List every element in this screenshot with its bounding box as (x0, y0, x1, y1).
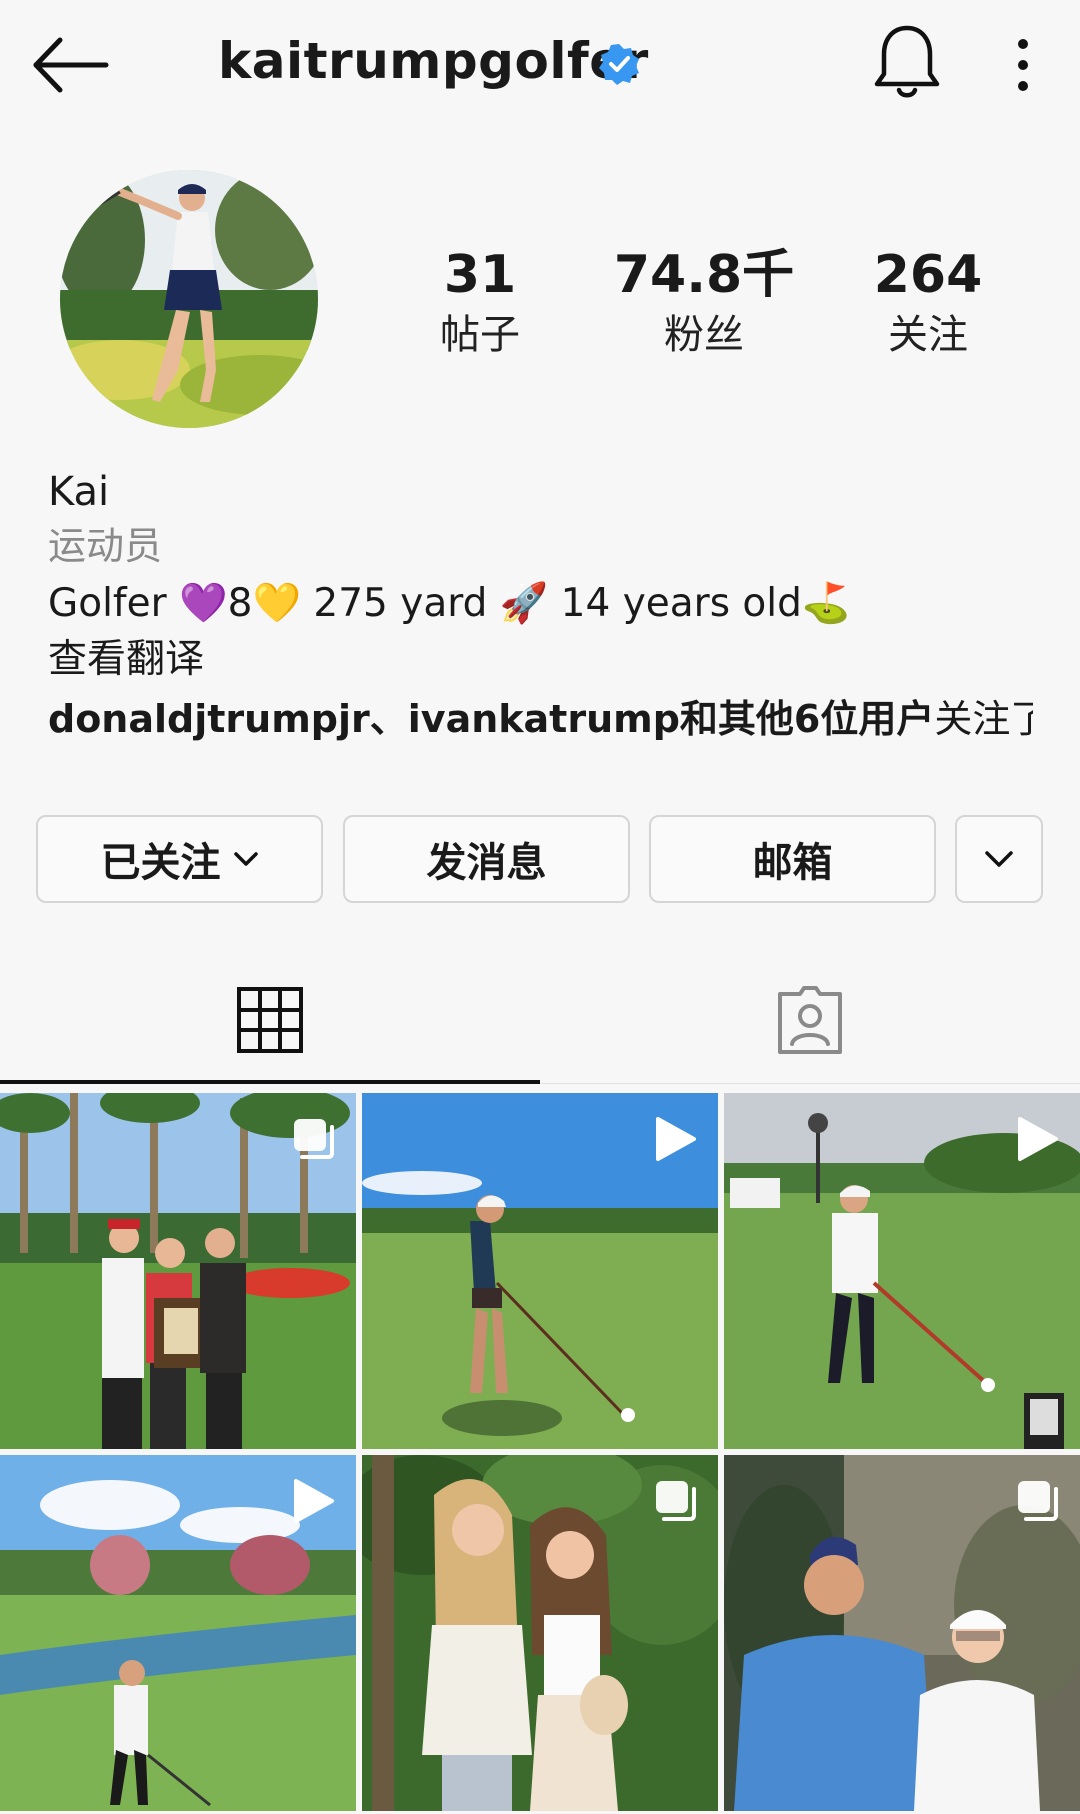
stat-followers[interactable]: 74.8千 粉丝 (594, 245, 814, 365)
following-button-label: 已关注 (100, 840, 221, 886)
post-tile-2[interactable] (362, 1093, 718, 1449)
tab-tagged[interactable] (540, 960, 1080, 1080)
post-tile-4[interactable] (0, 1455, 356, 1811)
profile-avatar[interactable] (60, 170, 318, 428)
post-tile-3[interactable] (724, 1093, 1080, 1449)
bell-icon[interactable] (872, 22, 942, 102)
display-name: Kai (48, 469, 110, 515)
stat-following[interactable]: 264 关注 (818, 245, 1038, 365)
back-arrow-icon[interactable] (30, 30, 110, 100)
stat-posts[interactable]: 31 帖子 (370, 245, 590, 365)
followed-by-suffix: 关注了 (934, 697, 1033, 741)
verified-badge-icon (598, 43, 640, 85)
profile-page: kaitrumpgolfer 31 帖子 74.8千 粉丝 264 关注 Kai… (0, 0, 1080, 1814)
post-tile-5[interactable] (362, 1455, 718, 1811)
play-icon (294, 1479, 334, 1523)
profile-bio: Kai 运动员 Golfer 💜8💛 275 yard 🚀 14 years o… (48, 466, 1048, 750)
carousel-icon (294, 1119, 334, 1159)
tagged-person-icon (778, 986, 842, 1054)
followed-by-names: donaldjtrumpjr、ivankatrump和其他6位用户 (48, 697, 935, 741)
stat-posts-label: 帖子 (440, 312, 520, 358)
play-icon (656, 1117, 696, 1161)
post-tile-6[interactable] (724, 1455, 1080, 1811)
stat-following-value: 264 (873, 245, 983, 305)
stat-following-label: 关注 (888, 312, 968, 358)
stat-followers-value: 74.8千 (613, 245, 795, 305)
chevron-down-icon (985, 851, 1013, 867)
suggested-accounts-button[interactable] (955, 815, 1043, 903)
message-button-label: 发消息 (426, 840, 547, 886)
more-vertical-icon[interactable] (1005, 30, 1041, 100)
following-button[interactable]: 已关注 (36, 815, 323, 903)
stat-posts-value: 31 (443, 245, 517, 305)
top-bar: kaitrumpgolfer (0, 0, 1080, 140)
active-tab-indicator (0, 1080, 540, 1084)
followed-by-text[interactable]: donaldjtrumpjr、ivankatrump和其他6位用户关注了 (48, 688, 1033, 750)
grid-icon (237, 987, 303, 1053)
message-button[interactable]: 发消息 (343, 815, 630, 903)
category-label: 运动员 (48, 524, 163, 568)
bio-description: Golfer 💜8💛 275 yard 🚀 14 years old⛳ (48, 581, 851, 626)
carousel-icon (656, 1481, 696, 1521)
chevron-down-icon (233, 852, 258, 866)
post-tile-1[interactable] (0, 1093, 356, 1449)
profile-username: kaitrumpgolfer (218, 32, 649, 90)
email-button[interactable]: 邮箱 (649, 815, 936, 903)
tab-posts-grid[interactable] (0, 960, 540, 1080)
email-button-label: 邮箱 (752, 840, 833, 886)
see-translation-link[interactable]: 查看翻译 (48, 632, 1048, 688)
carousel-icon (1018, 1481, 1058, 1521)
play-icon (1018, 1117, 1058, 1161)
stat-followers-label: 粉丝 (664, 312, 744, 358)
